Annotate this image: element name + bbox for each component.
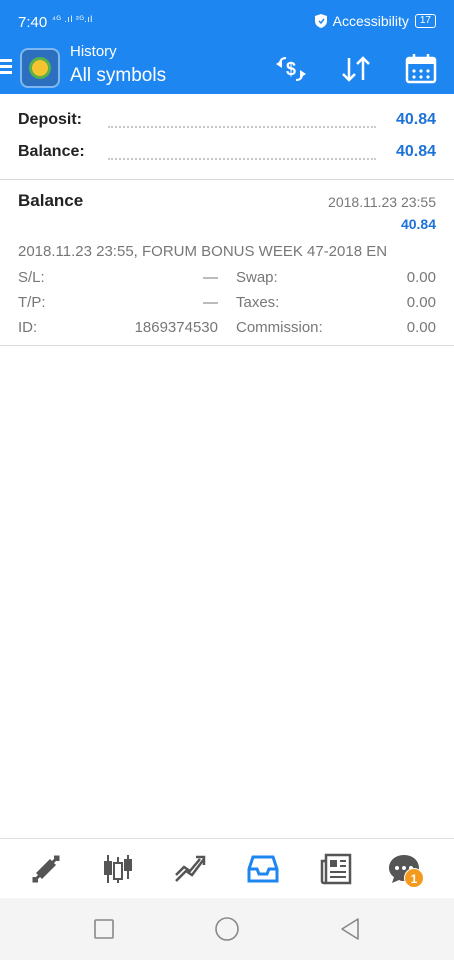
deal-entry[interactable]: Balance 2018.11.23 23:55 40.84 2018.11.2…	[0, 180, 454, 346]
swap-value: 0.00	[406, 269, 436, 286]
id-value: 1869374530	[134, 319, 218, 336]
deal-profit: 40.84	[400, 216, 436, 232]
tp-value: —	[203, 294, 218, 311]
messages-button[interactable]: 1	[386, 851, 424, 888]
dotted-leader	[108, 126, 376, 128]
id-label: ID:	[18, 319, 38, 336]
taxes-label: Taxes:	[236, 294, 280, 311]
dotted-leader	[108, 158, 376, 160]
balance-label: Balance:	[18, 143, 85, 160]
deal-comment: 2018.11.23 23:55, FORUM BONUS WEEK 47-20…	[18, 243, 388, 260]
home-icon[interactable]	[214, 916, 240, 942]
commission-value: 0.00	[406, 319, 436, 336]
page-title[interactable]: All symbols	[70, 64, 166, 88]
deposit-row: Deposit: 40.84	[18, 111, 436, 135]
swap-label: Swap:	[236, 269, 278, 286]
calendar-icon[interactable]	[402, 50, 440, 88]
exchange-dollar-icon[interactable]: $	[272, 50, 310, 88]
app-bar: History All symbols $	[0, 44, 454, 94]
recents-icon[interactable]	[91, 916, 117, 942]
status-bar: 7:40 ⁴ᴳ .ıl ²ᴳ.ıl Accessibility 17	[0, 0, 454, 44]
battery-icon: 17	[414, 14, 436, 28]
tp-label: T/P:	[18, 294, 46, 311]
sl-value: —	[203, 269, 218, 286]
notification-badge: 1	[404, 868, 424, 888]
news-icon[interactable]	[318, 851, 354, 887]
history-icon[interactable]	[245, 851, 281, 887]
quotes-icon[interactable]	[28, 851, 64, 887]
page-subtitle: History	[70, 43, 117, 60]
balance-value: 40.84	[395, 143, 436, 160]
svg-text:$: $	[286, 59, 296, 79]
bottom-navigation: 1	[0, 838, 454, 898]
sort-icon[interactable]	[337, 50, 375, 88]
shield-icon	[314, 14, 327, 28]
sl-label: S/L:	[18, 269, 45, 286]
trade-icon[interactable]	[172, 851, 208, 887]
app-logo[interactable]	[20, 48, 60, 88]
commission-label: Commission:	[236, 319, 323, 336]
title-block: History All symbols	[70, 44, 166, 88]
menu-icon[interactable]	[0, 56, 14, 78]
balance-row: Balance: 40.84	[18, 143, 436, 167]
back-icon[interactable]	[337, 916, 363, 942]
deposit-label: Deposit:	[18, 111, 82, 128]
accessibility-label: Accessibility	[332, 13, 409, 29]
taxes-value: 0.00	[406, 294, 436, 311]
deal-time: 2018.11.23 23:55	[328, 194, 436, 210]
summary-block: Deposit: 40.84 Balance: 40.84	[0, 94, 454, 180]
deposit-value: 40.84	[395, 111, 436, 128]
deal-type: Balance	[18, 191, 84, 210]
chart-icon[interactable]	[100, 851, 136, 887]
system-navigation	[0, 898, 454, 960]
signal-icon: ⁴ᴳ .ıl ²ᴳ.ıl	[52, 14, 93, 24]
status-time: 7:40	[18, 14, 48, 31]
status-right: Accessibility 17	[314, 13, 436, 29]
